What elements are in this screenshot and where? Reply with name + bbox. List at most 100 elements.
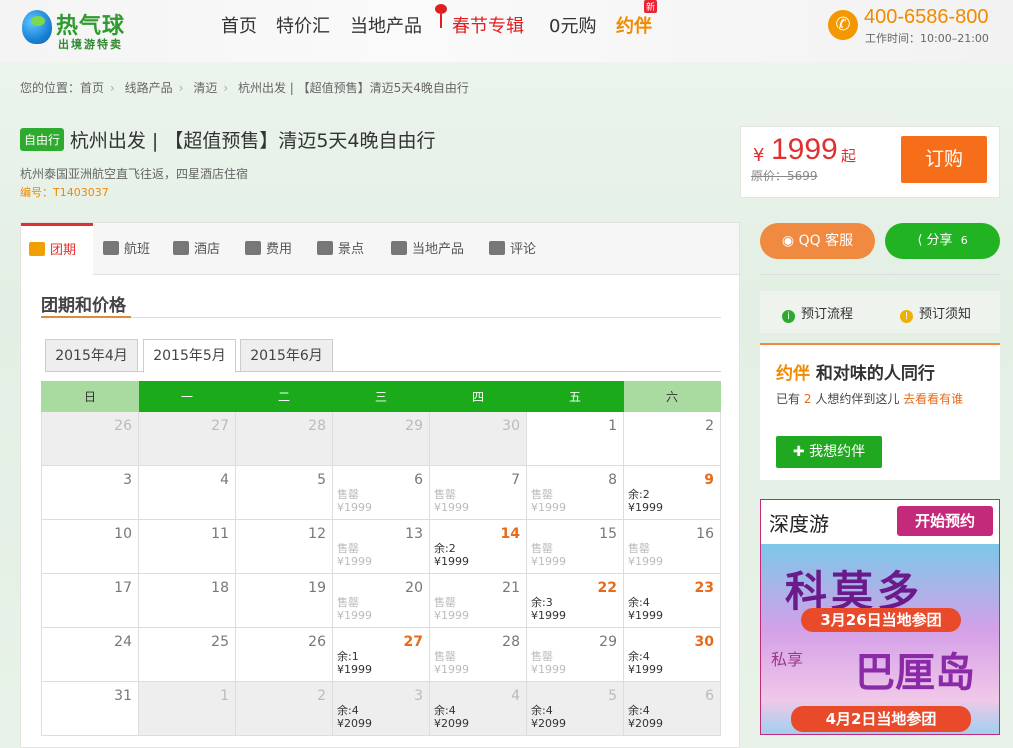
calendar-day-cell[interactable]: 22 余:3 ¥1999 <box>526 573 624 628</box>
breadcrumb-routes[interactable]: 线路产品 <box>125 81 173 95</box>
nav-local-products[interactable]: 当地产品 <box>350 12 422 38</box>
month-tabs: 2015年4月 2015年5月 2015年6月 <box>45 339 721 373</box>
tab-attractions[interactable]: 景点 <box>317 223 364 275</box>
day-number: 22 <box>597 580 617 596</box>
tab-fees[interactable]: 费用 <box>245 223 292 275</box>
tab-local-products[interactable]: 当地产品 <box>391 223 464 275</box>
comment-icon <box>489 241 505 255</box>
nav-zero-yuan[interactable]: 0元购 <box>549 12 596 38</box>
booking-process-link[interactable]: i 预订流程 <box>782 303 853 323</box>
logo-slogan: 出境游特卖 <box>58 38 123 51</box>
day-number: 2 <box>705 418 714 434</box>
day-price: ¥1999 <box>434 555 469 568</box>
tab-label: 评论 <box>510 242 537 257</box>
calendar-day-cell[interactable]: 4 余:4 ¥2099 <box>429 681 527 736</box>
nav-yueban[interactable]: 约伴 <box>616 12 652 38</box>
calendar-day-cell: 1 <box>138 681 236 736</box>
plane-icon <box>103 241 119 255</box>
currency-symbol: ¥ <box>753 145 765 166</box>
calendar-day-cell[interactable]: 14 余:2 ¥1999 <box>429 519 527 574</box>
calendar-day-cell[interactable]: 5 余:4 ¥2099 <box>526 681 624 736</box>
phone-icon: ✆ <box>828 10 858 40</box>
month-tab-may[interactable]: 2015年5月 <box>143 339 236 373</box>
calendar-day-cell: 24 <box>41 627 139 682</box>
calendar-day-cell: 26 <box>235 627 333 682</box>
calendar-day-cell[interactable]: 9 余:2 ¥1999 <box>623 465 721 520</box>
product-subtitle: 杭州泰国亚洲航空直飞往返，四星酒店住宿 <box>20 167 249 181</box>
detail-tabs: 团期 航班 酒店 费用 景点 当地产品 评论 <box>21 223 739 276</box>
calendar-day-cell[interactable]: 6 余:4 ¥2099 <box>623 681 721 736</box>
weekday-header: 四 <box>429 381 527 412</box>
calendar-day-cell: 7 售罄 ¥1999 <box>429 465 527 520</box>
day-number: 14 <box>500 526 520 542</box>
day-price: ¥2099 <box>337 717 372 730</box>
day-number: 25 <box>211 634 229 650</box>
sold-out-label: 售罄 <box>434 596 456 609</box>
product-type-badge: 自由行 <box>20 128 65 151</box>
want-yueban-button[interactable]: ✚ 我想约伴 <box>776 436 882 468</box>
day-price: ¥1999 <box>337 555 372 568</box>
weekday-header: 三 <box>332 381 430 412</box>
booking-notice-link[interactable]: ! 预订须知 <box>900 303 971 323</box>
month-tab-april[interactable]: 2015年4月 <box>45 339 138 372</box>
day-number: 5 <box>608 688 617 704</box>
calendar-day-cell[interactable]: 27 余:1 ¥1999 <box>332 627 430 682</box>
seats-left-label: 余:2 <box>628 488 650 501</box>
warning-icon: ! <box>900 310 913 323</box>
sold-out-label: 售罄 <box>337 488 359 501</box>
nav-home[interactable]: 首页 <box>221 12 257 38</box>
day-number: 17 <box>114 580 132 596</box>
calendar-day-cell[interactable]: 3 余:4 ¥2099 <box>332 681 430 736</box>
site-logo[interactable]: 热气球 出境游特卖 <box>22 6 147 51</box>
promo-banner[interactable]: 深度游 开始预约 科莫多 3月26日当地参团 私享 巴厘岛 4月2日当地参团 <box>760 499 1000 735</box>
day-number: 2 <box>317 688 326 704</box>
calendar-day-cell[interactable]: 23 余:4 ¥1999 <box>623 573 721 628</box>
tab-schedule[interactable]: 团期 <box>21 223 93 276</box>
day-number: 13 <box>405 526 423 542</box>
day-number: 15 <box>599 526 617 542</box>
original-price: 原价：5699 <box>751 169 818 183</box>
calendar-day-cell: 20 售罄 ¥1999 <box>332 573 430 628</box>
day-price: ¥1999 <box>531 501 566 514</box>
calendar-day-cell[interactable]: 30 余:4 ¥1999 <box>623 627 721 682</box>
nav-spring-festival[interactable]: 春节专辑 <box>452 12 524 38</box>
banner-place-2: 巴厘岛 <box>855 650 975 696</box>
sold-out-label: 售罄 <box>337 542 359 555</box>
order-button[interactable]: 订购 <box>901 136 987 183</box>
qq-service-button[interactable]: ◉ QQ 客服 <box>760 223 875 259</box>
tab-reviews[interactable]: 评论 <box>489 223 536 275</box>
calendar-day-cell: 3 <box>41 465 139 520</box>
calendar-day-cell: 10 <box>41 519 139 574</box>
breadcrumb-home[interactable]: 您的位置：首页 <box>20 81 104 95</box>
yueban-text-b: 人想约伴到这儿 <box>815 392 900 406</box>
calendar-day-cell: 28 售罄 ¥1999 <box>429 627 527 682</box>
schedule-panel: 团期 航班 酒店 费用 景点 当地产品 评论 团期和价格 2015年4月 201… <box>20 222 740 748</box>
calendar-day-cell: 13 售罄 ¥1999 <box>332 519 430 574</box>
calendar-day-cell: 2 <box>623 411 721 466</box>
nav-deals[interactable]: 特价汇 <box>276 12 330 38</box>
breadcrumb-destination[interactable]: 清迈 <box>193 81 217 95</box>
calendar-day-cell: 2 <box>235 681 333 736</box>
day-number: 11 <box>211 526 229 542</box>
tab-flight[interactable]: 航班 <box>103 223 150 275</box>
section-title: 团期和价格 <box>41 296 126 316</box>
yueban-heading: 约伴 和对味的人同行 <box>776 359 935 384</box>
calendar-icon <box>29 242 45 256</box>
qq-label: QQ 客服 <box>798 233 854 249</box>
calendar-day-cell: 17 <box>41 573 139 628</box>
day-number: 26 <box>308 634 326 650</box>
tab-hotel[interactable]: 酒店 <box>173 223 220 275</box>
day-number: 27 <box>403 634 423 650</box>
sold-out-label: 售罄 <box>434 650 456 663</box>
calendar-day-cell: 16 售罄 ¥1999 <box>623 519 721 574</box>
day-number: 8 <box>608 472 617 488</box>
month-tab-june[interactable]: 2015年6月 <box>240 339 333 372</box>
weekday-header: 日 <box>41 381 139 412</box>
yueban-see-who-link[interactable]: 去看看有谁 <box>903 392 963 406</box>
day-number: 7 <box>511 472 520 488</box>
share-button[interactable]: ⟨ 分享 6 <box>885 223 1000 259</box>
calendar-day-cell: 19 <box>235 573 333 628</box>
calendar-day-cell: 26 <box>41 411 139 466</box>
day-number: 30 <box>694 634 714 650</box>
day-number: 20 <box>405 580 423 596</box>
